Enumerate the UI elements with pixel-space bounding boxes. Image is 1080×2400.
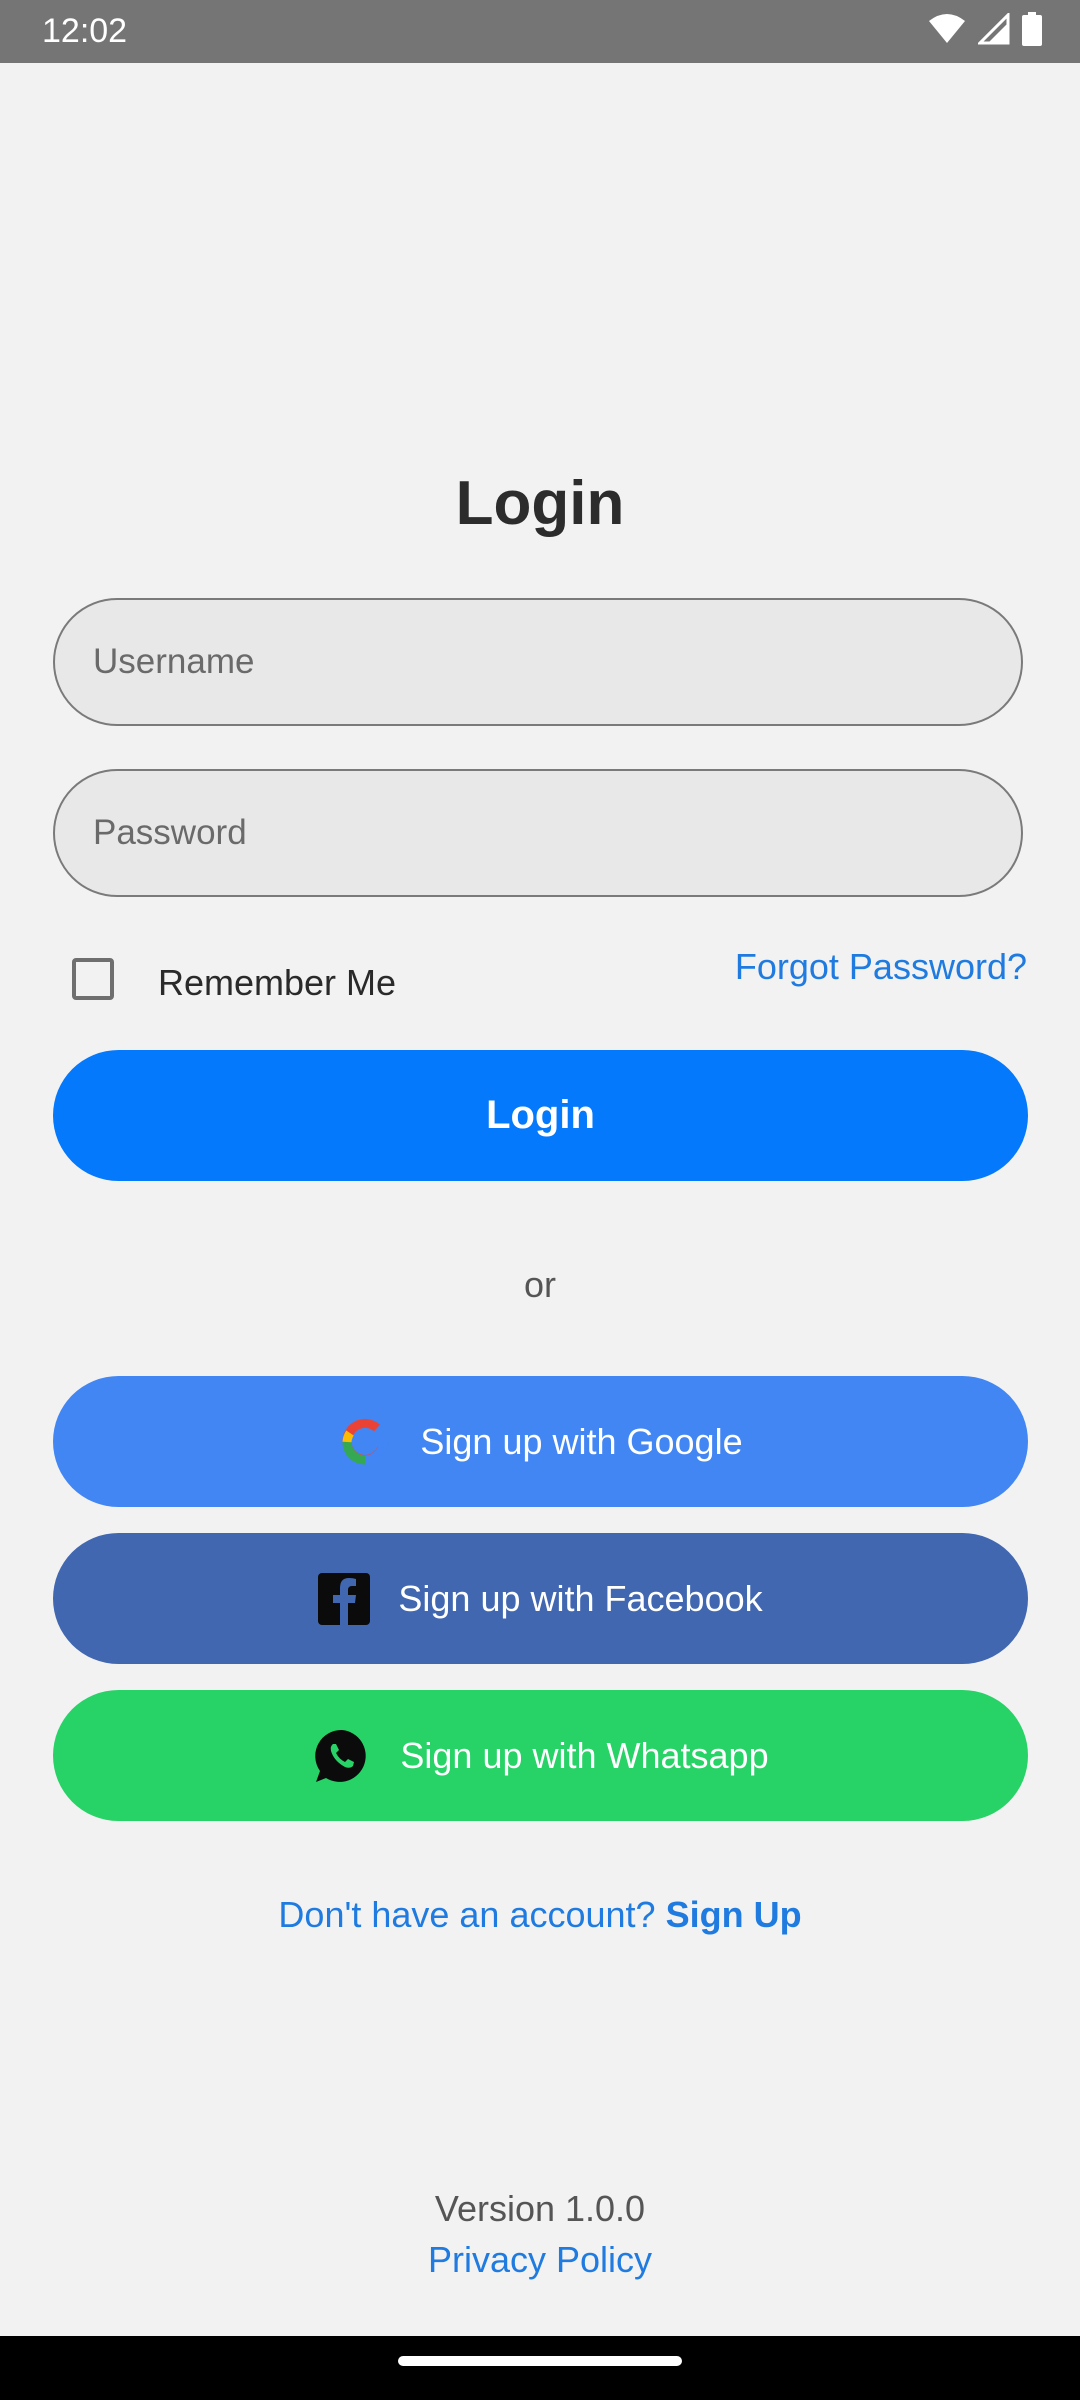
- or-divider-text: or: [523, 1264, 556, 1305]
- privacy-policy-link[interactable]: Privacy Policy: [0, 2237, 1080, 2283]
- status-time: 12:02: [42, 12, 128, 50]
- login-button[interactable]: Login: [53, 1050, 1028, 1181]
- google-icon: [338, 1415, 392, 1469]
- battery-icon: [1022, 11, 1042, 51]
- facebook-signup-label: Sign up with Facebook: [398, 1577, 763, 1619]
- google-signup-button[interactable]: Sign up with Google: [53, 1376, 1028, 1507]
- facebook-signup-button[interactable]: Sign up with Facebook: [53, 1533, 1028, 1664]
- password-input[interactable]: [53, 769, 1023, 897]
- navigation-bar: [0, 2336, 1080, 2400]
- username-input[interactable]: [53, 598, 1023, 726]
- home-gesture-handle[interactable]: [398, 2356, 682, 2366]
- whatsapp-icon: [312, 1726, 372, 1786]
- version-text: Version 1.0.0: [434, 2188, 646, 2229]
- wifi-icon: [928, 13, 966, 50]
- status-icons: [928, 10, 1042, 51]
- signup-link[interactable]: Sign Up: [666, 1894, 802, 1935]
- status-bar: 12:02: [0, 0, 1080, 63]
- facebook-icon: [318, 1572, 371, 1625]
- remember-me-checkbox[interactable]: [72, 958, 114, 1000]
- signup-prompt-line: Don't have an account? Sign Up: [0, 1892, 1080, 1938]
- forgot-password-link[interactable]: Forgot Password?: [735, 944, 1027, 990]
- signup-prompt-text: Don't have an account?: [278, 1894, 656, 1935]
- google-signup-label: Sign up with Google: [420, 1420, 743, 1462]
- page-title: Login: [455, 469, 625, 538]
- whatsapp-signup-label: Sign up with Whatsapp: [400, 1734, 769, 1776]
- whatsapp-signup-button[interactable]: Sign up with Whatsapp: [53, 1690, 1028, 1821]
- login-button-label: Login: [486, 1093, 595, 1137]
- cellular-signal-icon: [976, 10, 1010, 50]
- remember-me-label: Remember Me: [158, 962, 397, 1003]
